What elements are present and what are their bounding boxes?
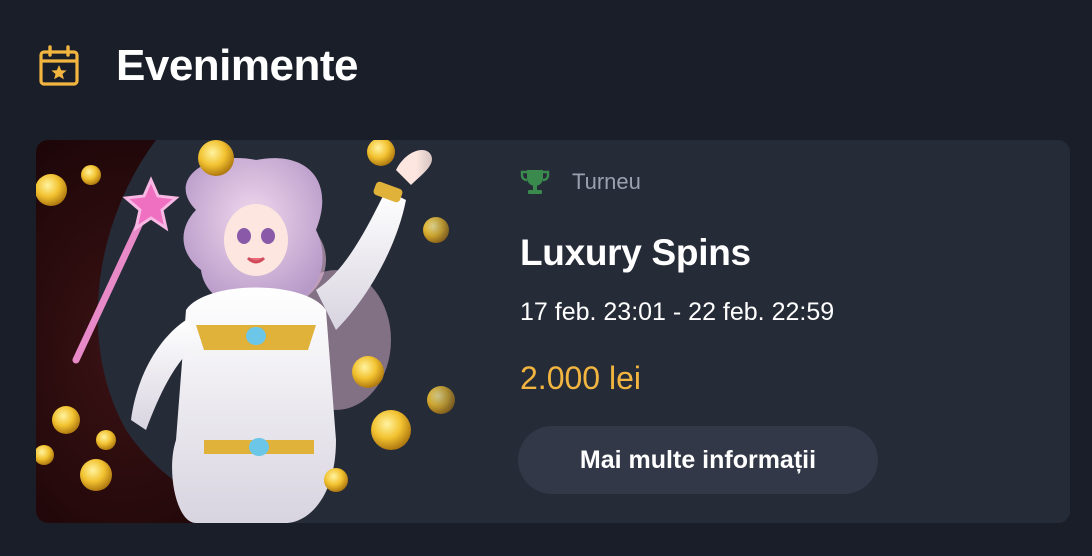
event-type-row: Turneu: [520, 168, 641, 196]
event-type-label: Turneu: [572, 169, 641, 194]
more-info-button[interactable]: Mai multe informații: [518, 426, 878, 494]
event-info: Turneu Luxury Spins 17 feb. 23:01 - 22 f…: [518, 140, 1060, 523]
trophy-icon: [520, 170, 550, 194]
event-artwork: [36, 140, 506, 523]
event-card[interactable]: Turneu Luxury Spins 17 feb. 23:01 - 22 f…: [36, 140, 1070, 523]
page-title: Evenimente: [116, 41, 358, 90]
prize-amount: 2.000 lei: [520, 360, 641, 396]
section-header: Evenimente: [38, 36, 358, 96]
event-dates: 17 feb. 23:01 - 22 feb. 22:59: [520, 298, 835, 326]
event-title: Luxury Spins: [520, 232, 751, 273]
calendar-star-icon: [39, 45, 79, 86]
